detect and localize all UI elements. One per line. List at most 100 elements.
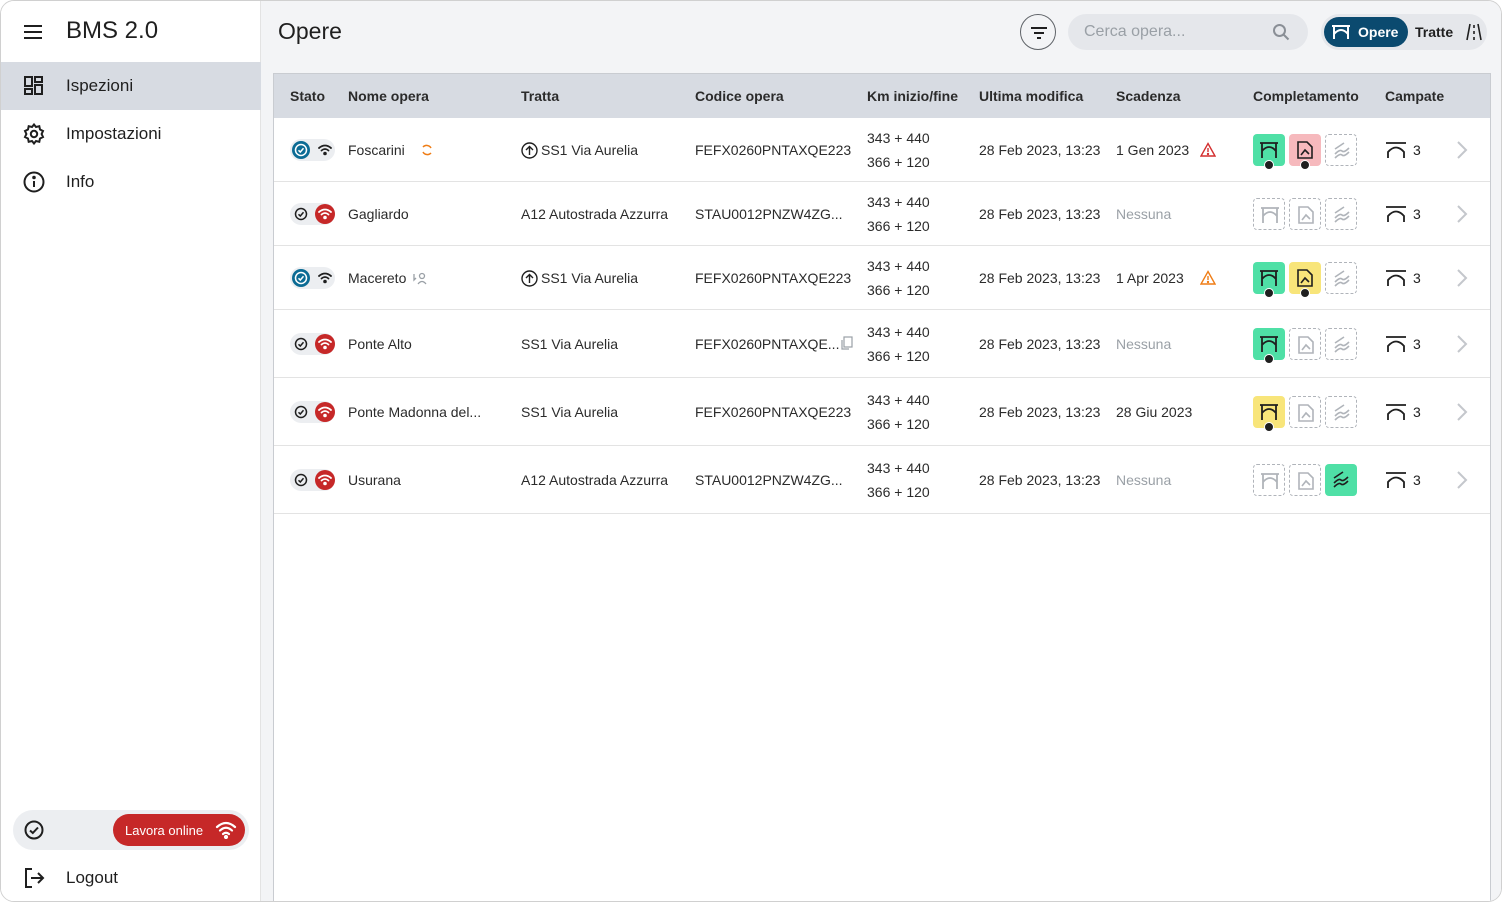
span-count: 3 <box>1413 206 1421 222</box>
completion-pier-icon[interactable] <box>1253 396 1285 432</box>
copy-icon[interactable] <box>840 336 854 353</box>
completion-water-icon[interactable] <box>1325 464 1357 496</box>
last-modified: 28 Feb 2023, 13:23 <box>979 336 1101 352</box>
km-end: 366 + 120 <box>867 218 930 234</box>
tratta-name: A12 Autostrada Azzurra <box>521 206 669 222</box>
search-input[interactable] <box>1084 14 1264 50</box>
col-campate[interactable]: Campate <box>1385 88 1444 104</box>
completion-water-icon[interactable] <box>1325 134 1357 166</box>
completion-pier-icon[interactable] <box>1253 464 1285 496</box>
sidebar: BMS 2.0 Ispezioni Impostazioni Info Lavo… <box>1 1 261 901</box>
span-count: 3 <box>1413 336 1421 352</box>
table-row[interactable]: Foscarini SS1 Via Aurelia FEFX0260PNTAXQE2… <box>274 118 1490 182</box>
col-codice[interactable]: Codice opera <box>695 88 784 104</box>
table-row[interactable]: Ponte Alto SS1 Via Aurelia FEFX0260PNTAXQE… <box>274 310 1490 378</box>
offline-check-icon <box>292 335 310 353</box>
completion-water-icon[interactable] <box>1325 396 1357 428</box>
warning-icon <box>1199 270 1217 288</box>
chevron-right-icon[interactable] <box>1455 470 1469 490</box>
sync-icon <box>420 143 434 160</box>
menu-icon[interactable] <box>23 21 45 43</box>
offline-check-icon <box>292 403 310 421</box>
chevron-right-icon[interactable] <box>1455 140 1469 160</box>
col-scadenza[interactable]: Scadenza <box>1116 88 1181 104</box>
span-icon <box>1385 335 1407 356</box>
completion-water-icon[interactable] <box>1325 328 1357 360</box>
km-start: 343 + 440 <box>867 460 930 476</box>
col-km[interactable]: Km inizio/fine <box>867 88 958 104</box>
km-range: 343 + 440 366 + 120 <box>867 324 967 368</box>
inspector-icon <box>1300 160 1310 170</box>
opera-name: Usurana <box>348 472 401 488</box>
col-tratta[interactable]: Tratta <box>521 88 559 104</box>
completion-deck-icon[interactable] <box>1289 198 1321 230</box>
completion-pier-icon[interactable] <box>1253 134 1285 170</box>
table-row[interactable]: Ponte Madonna del... SS1 Via Aurelia FEFX0… <box>274 378 1490 446</box>
completion-deck-icon[interactable] <box>1289 262 1321 298</box>
opera-name: Ponte Alto <box>348 336 412 352</box>
completion-pier-icon[interactable] <box>1253 262 1285 298</box>
sidebar-item-label: Info <box>66 172 95 191</box>
search-box <box>1068 14 1308 50</box>
col-stato[interactable]: Stato <box>290 88 325 104</box>
offline-check-icon <box>292 269 310 287</box>
status-indicator <box>290 469 335 491</box>
due-date: Nessuna <box>1116 206 1172 222</box>
sidebar-item-info[interactable]: Info <box>1 158 261 206</box>
toggle-opere[interactable]: Opere <box>1324 17 1408 47</box>
filter-button[interactable] <box>1020 14 1056 50</box>
km-range: 343 + 440 366 + 120 <box>867 460 967 504</box>
status-indicator <box>290 267 335 289</box>
wifi-icon <box>315 268 335 288</box>
completion-pier-icon[interactable] <box>1253 328 1285 364</box>
app-window: BMS 2.0 Ispezioni Impostazioni Info Lavo… <box>0 0 1502 902</box>
tratta-name: SS1 Via Aurelia <box>521 336 619 352</box>
span-icon <box>1385 205 1407 226</box>
opera-code: STAU0012PNZW4ZG... <box>695 472 843 488</box>
chevron-right-icon[interactable] <box>1455 268 1469 288</box>
completion-water-icon[interactable] <box>1325 262 1357 294</box>
due-date: 1 Gen 2023 <box>1116 142 1190 158</box>
work-online-button[interactable]: Lavora online <box>113 814 245 846</box>
work-online-label: Lavora online <box>125 822 204 838</box>
sidebar-item-ispezioni[interactable]: Ispezioni <box>1 62 261 110</box>
col-modifica[interactable]: Ultima modifica <box>979 88 1083 104</box>
logout-icon <box>23 867 45 889</box>
wifi-icon <box>315 140 335 160</box>
due-date: Nessuna <box>1116 336 1172 352</box>
offline-check-icon <box>292 141 310 159</box>
completion-water-icon[interactable] <box>1325 198 1357 230</box>
chevron-right-icon[interactable] <box>1455 402 1469 422</box>
km-range: 343 + 440 366 + 120 <box>867 130 967 174</box>
km-start: 343 + 440 <box>867 392 930 408</box>
completion-pier-icon[interactable] <box>1253 198 1285 230</box>
completion-deck-icon[interactable] <box>1289 328 1321 360</box>
road-icon <box>1466 23 1482 41</box>
gear-icon <box>23 122 45 146</box>
chevron-right-icon[interactable] <box>1455 204 1469 224</box>
chevron-right-icon[interactable] <box>1455 334 1469 354</box>
brand-bar: BMS 2.0 <box>1 1 261 62</box>
completion-deck-icon[interactable] <box>1289 134 1321 170</box>
span-icon <box>1385 403 1407 424</box>
app-title: BMS 2.0 <box>66 17 159 44</box>
wifi-icon <box>315 470 335 490</box>
table-row[interactable]: Usurana A12 Autostrada Azzurra STAU0012PNZ… <box>274 446 1490 514</box>
logout-button[interactable]: Logout <box>1 854 261 901</box>
sidebar-item-impostazioni[interactable]: Impostazioni <box>1 110 261 158</box>
completion-deck-icon[interactable] <box>1289 464 1321 496</box>
search-icon[interactable] <box>1272 23 1290 41</box>
status-indicator <box>290 401 335 423</box>
wifi-icon <box>315 334 335 354</box>
offline-check-icon <box>24 820 44 840</box>
inspector-icon <box>1264 288 1274 298</box>
toggle-tratte[interactable]: Tratte <box>1413 17 1485 47</box>
table-row[interactable]: Gagliardo A12 Autostrada Azzurra STAU0012P… <box>274 182 1490 246</box>
col-completamento[interactable]: Completamento <box>1253 88 1359 104</box>
connection-status-bar: Lavora online <box>13 810 249 850</box>
table-row[interactable]: Macereto SS1 Via Aurelia FEFX0260PNTAXQE22… <box>274 246 1490 310</box>
completion-deck-icon[interactable] <box>1289 396 1321 428</box>
col-nome[interactable]: Nome opera <box>348 88 429 104</box>
span-icon <box>1385 141 1407 162</box>
view-toggle: Opere Tratte <box>1321 14 1487 50</box>
